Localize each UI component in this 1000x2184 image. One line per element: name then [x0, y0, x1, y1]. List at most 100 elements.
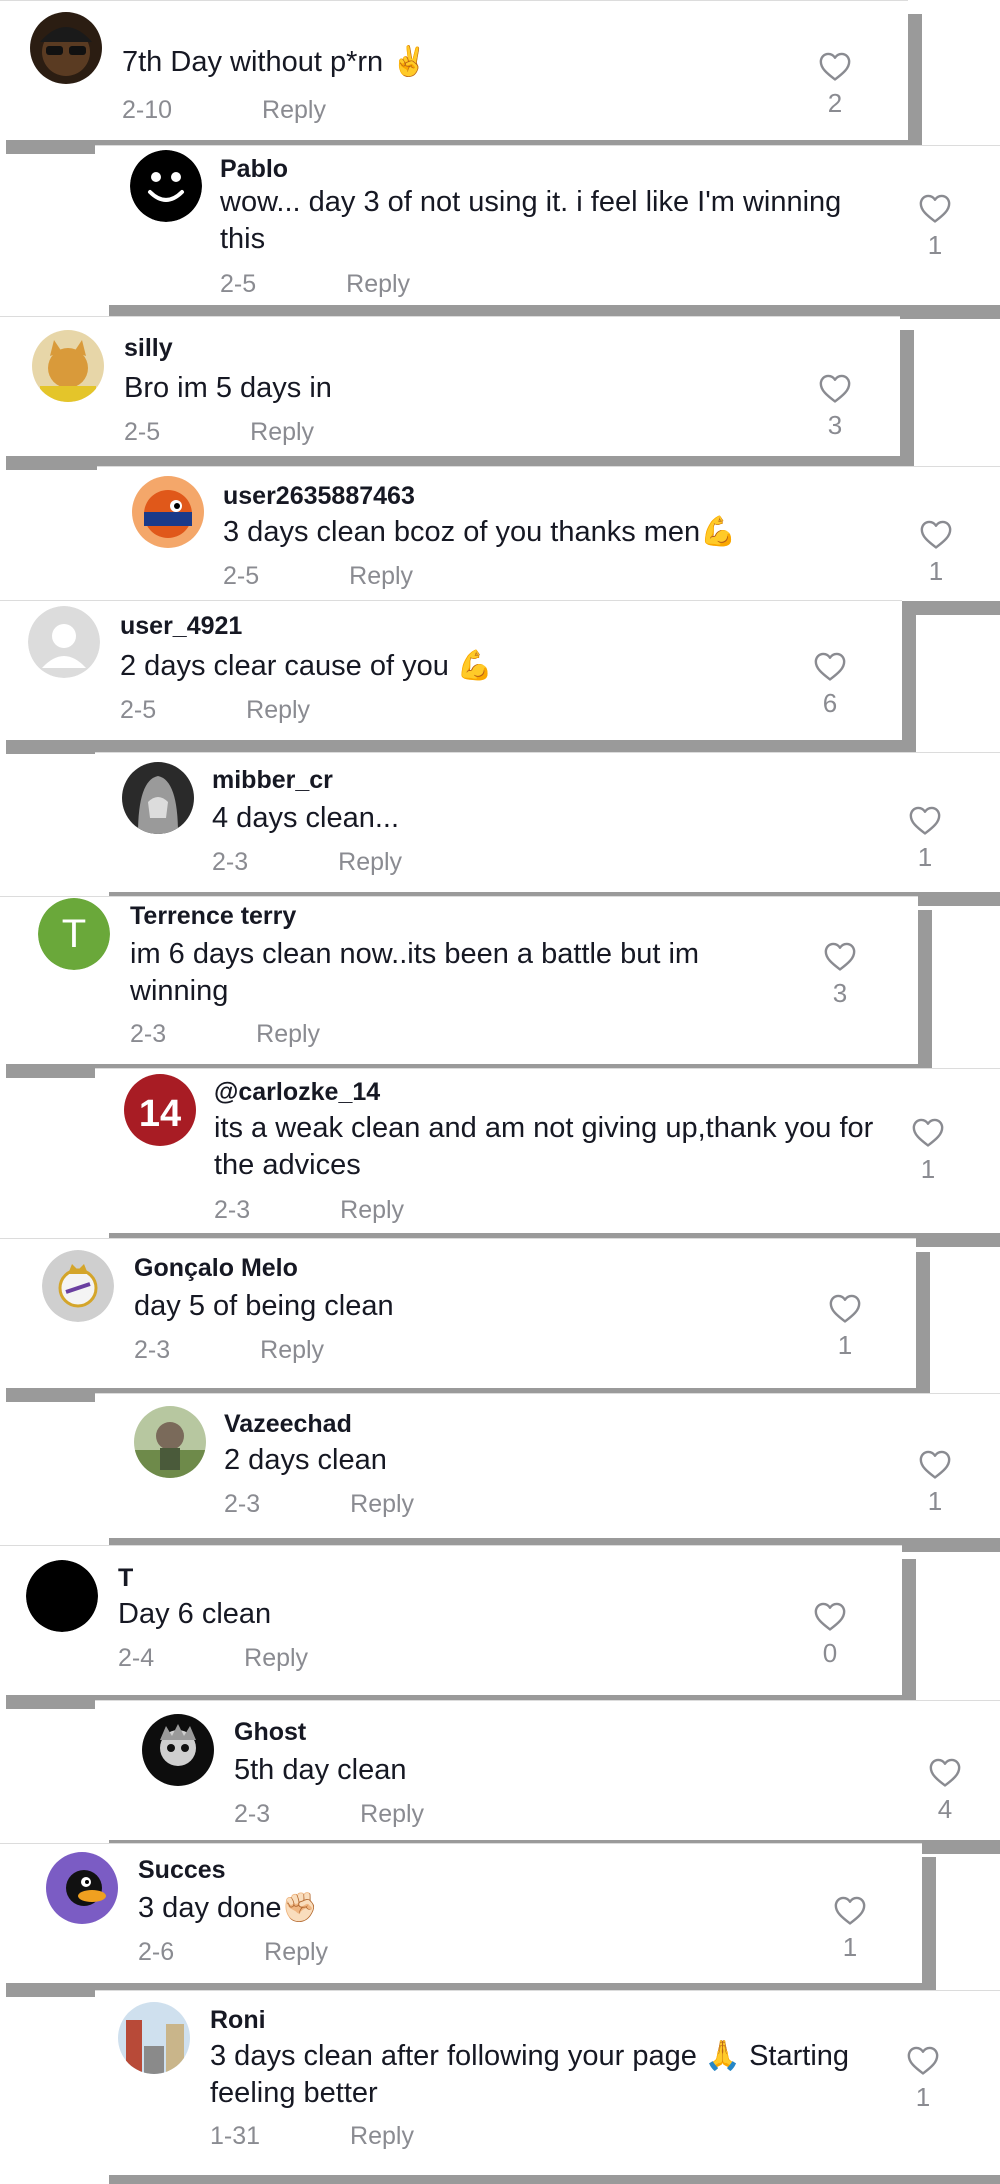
comment-date: 2-5 [223, 562, 260, 590]
comment-date: 2-3 [224, 1490, 261, 1518]
avatar[interactable] [42, 1250, 114, 1322]
like-count: 2 [827, 88, 843, 118]
reply-button[interactable]: Reply [338, 848, 402, 876]
reply-button[interactable]: Reply [350, 1490, 414, 1518]
like-count: 3 [827, 410, 843, 440]
comment-text: 3 day done✊🏻 [138, 1892, 318, 1924]
comment-username[interactable]: Pablo [220, 155, 288, 184]
reply-button[interactable]: Reply [260, 1336, 324, 1364]
like-button[interactable]: 1 [906, 518, 966, 587]
avatar[interactable] [32, 330, 104, 402]
like-button[interactable]: 1 [905, 1448, 965, 1517]
reply-button[interactable]: Reply [349, 562, 413, 590]
comment-meta: 2-10 Reply [122, 96, 326, 125]
like-count: 1 [842, 1932, 858, 1962]
reply-button[interactable]: Reply [346, 270, 410, 298]
comment-username[interactable]: mibber_cr [212, 766, 333, 795]
heart-icon [895, 804, 955, 836]
heart-icon [810, 940, 870, 972]
avatar[interactable] [130, 150, 202, 222]
avatar[interactable] [134, 1406, 206, 1478]
comment-text: 5th day clean [234, 1754, 407, 1786]
like-button[interactable]: 6 [800, 650, 860, 719]
comment-username[interactable]: user_4921 [120, 612, 242, 641]
avatar[interactable] [46, 1852, 118, 1924]
comment-username[interactable]: @carlozke_14 [214, 1078, 380, 1107]
comment-username[interactable]: Gonçalo Melo [134, 1254, 298, 1283]
like-count: 1 [927, 230, 943, 260]
heart-icon [800, 650, 860, 682]
like-count: 1 [837, 1330, 853, 1360]
comment-meta: 2-3 Reply [134, 1336, 324, 1365]
reply-button[interactable]: Reply [256, 1020, 320, 1048]
comment-meta: 2-3 Reply [212, 848, 402, 877]
avatar[interactable] [28, 606, 100, 678]
like-count: 1 [915, 2082, 931, 2112]
like-count: 1 [917, 842, 933, 872]
comment-username[interactable]: Succes [138, 1856, 226, 1885]
comment-meta: 1-31 Reply [210, 2122, 414, 2151]
like-button[interactable]: 1 [820, 1894, 880, 1963]
reply-button[interactable]: Reply [340, 1196, 404, 1224]
comment-text: day 5 of being clean [134, 1290, 394, 1322]
comment-meta: 2-3 Reply [130, 1020, 320, 1049]
avatar[interactable] [142, 1714, 214, 1786]
heart-icon [800, 1600, 860, 1632]
like-button[interactable]: 1 [893, 2044, 953, 2113]
like-button[interactable]: 0 [800, 1600, 860, 1669]
like-button[interactable]: 1 [898, 1116, 958, 1185]
comment-date: 2-10 [122, 96, 173, 124]
comment-username[interactable]: user2635887463 [223, 482, 415, 511]
comment-username[interactable]: Terrence terry [130, 902, 296, 931]
comment-username[interactable]: silly [124, 334, 173, 363]
avatar[interactable]: 14 [124, 1074, 196, 1146]
reply-button[interactable]: Reply [262, 96, 326, 124]
comment-username[interactable]: T [118, 1564, 133, 1593]
heart-icon [915, 1756, 975, 1788]
like-button[interactable]: 3 [805, 372, 865, 441]
avatar[interactable] [122, 762, 194, 834]
heart-icon [815, 1292, 875, 1324]
comment-meta: 2-5 Reply [220, 270, 410, 299]
comment-text: 3 days clean after following your page 🙏… [210, 2040, 850, 2109]
comment-date: 2-3 [212, 848, 249, 876]
like-button[interactable]: 1 [815, 1292, 875, 1361]
comment-username[interactable]: Ghost [234, 1718, 306, 1747]
reply-button[interactable]: Reply [360, 1800, 424, 1828]
heart-icon [906, 518, 966, 550]
like-button[interactable]: 4 [915, 1756, 975, 1825]
comment-list: 7th Day without p*rn ✌️ 2-10 Reply 2 Pablo wo… [0, 0, 1000, 2184]
comment-username[interactable]: Vazeechad [224, 1410, 352, 1439]
like-button[interactable]: 1 [895, 804, 955, 873]
comment-username[interactable]: Roni [210, 2006, 266, 2035]
heart-icon [893, 2044, 953, 2076]
reply-button[interactable]: Reply [250, 418, 314, 446]
heart-icon [905, 1448, 965, 1480]
heart-icon [820, 1894, 880, 1926]
reply-button[interactable]: Reply [264, 1938, 328, 1966]
reply-button[interactable]: Reply [246, 696, 310, 724]
comment-text: 2 days clear cause of you 💪 [120, 650, 494, 682]
avatar-initial: T [61, 911, 87, 956]
comment-meta: 2-5 Reply [120, 696, 310, 725]
avatar[interactable] [30, 12, 102, 84]
comment-text: Day 6 clean [118, 1598, 272, 1630]
comment-date: 2-5 [120, 696, 157, 724]
comment-date: 2-4 [118, 1644, 155, 1672]
comment-date: 2-3 [134, 1336, 171, 1364]
comment-meta: 2-5 Reply [124, 418, 314, 447]
avatar[interactable] [132, 476, 204, 548]
avatar[interactable]: T [38, 898, 110, 970]
heart-icon [898, 1116, 958, 1148]
comment-date: 2-3 [130, 1020, 167, 1048]
like-button[interactable]: 3 [810, 940, 870, 1009]
reply-button[interactable]: Reply [244, 1644, 308, 1672]
reply-button[interactable]: Reply [350, 2122, 414, 2150]
like-button[interactable]: 1 [905, 192, 965, 261]
comment-meta: 2-4 Reply [118, 1644, 308, 1673]
avatar[interactable] [26, 1560, 98, 1632]
like-button[interactable]: 2 [805, 50, 865, 119]
avatar[interactable] [118, 2002, 190, 2074]
svg-text:14: 14 [139, 1093, 181, 1135]
comment-meta: 2-3 Reply [234, 1800, 424, 1829]
